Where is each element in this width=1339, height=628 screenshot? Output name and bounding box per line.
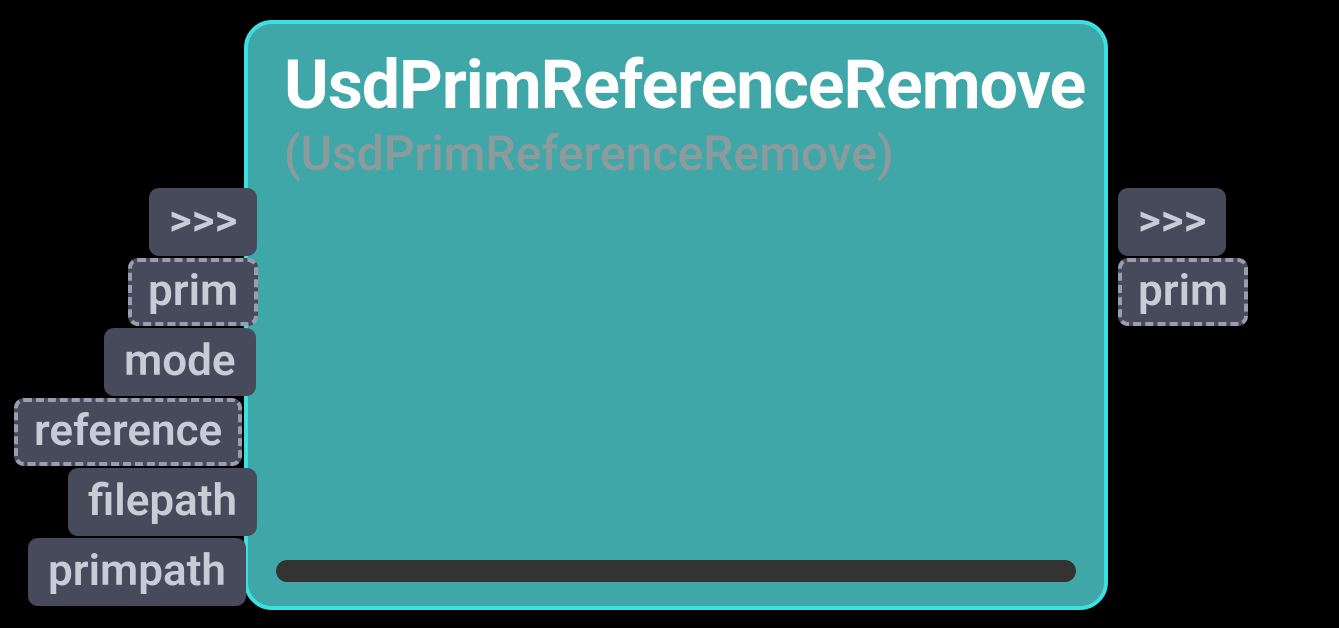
node-body[interactable]: UsdPrimReferenceRemove (UsdPrimReference… — [244, 20, 1108, 610]
node-subtitle: (UsdPrimReferenceRemove) — [284, 125, 1068, 182]
node-title: UsdPrimReferenceRemove — [284, 50, 1068, 121]
input-port-prim[interactable]: prim — [128, 258, 258, 326]
output-port-exec[interactable]: >>> — [1118, 188, 1226, 256]
output-port-prim[interactable]: prim — [1118, 258, 1248, 326]
node-footer-bar — [276, 560, 1076, 582]
input-port-reference[interactable]: reference — [14, 398, 242, 466]
input-port-exec[interactable]: >>> — [149, 188, 257, 256]
input-port-mode[interactable]: mode — [104, 328, 256, 396]
input-port-primpath[interactable]: primpath — [28, 538, 246, 606]
input-port-filepath[interactable]: filepath — [68, 468, 257, 536]
